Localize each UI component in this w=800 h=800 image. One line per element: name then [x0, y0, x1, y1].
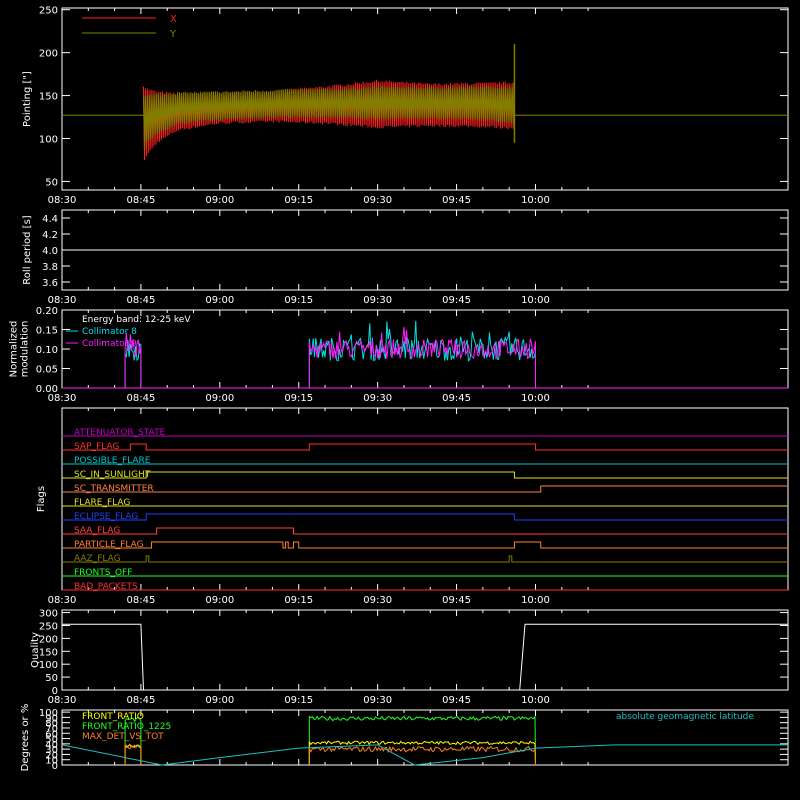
x-tick-label: 09:00 — [205, 393, 234, 404]
ratio-series — [308, 745, 536, 766]
x-tick-label: 10:00 — [521, 695, 550, 706]
x-tick-label: 09:00 — [205, 295, 234, 306]
y-axis-label: modulation — [20, 321, 31, 378]
x-tick-label: 10:00 — [521, 295, 550, 306]
x-tick-label: 08:45 — [126, 595, 155, 606]
y-tick-label: 3.8 — [42, 262, 58, 273]
quality-series — [62, 623, 788, 691]
x-tick-label: 08:30 — [48, 595, 77, 606]
flag-line-sc_in_sunlight — [62, 471, 788, 479]
y-axis-label: Roll period [s] — [22, 215, 33, 284]
x-tick-label: 09:30 — [363, 295, 392, 306]
modulation-series-collimator-9 — [308, 326, 536, 388]
y-tick-label: 0.05 — [36, 365, 58, 376]
y-tick-label: 0.20 — [36, 306, 58, 317]
x-tick-label: 09:15 — [284, 195, 313, 206]
y-axis-label: Quality — [30, 632, 41, 668]
flag-line-sap_flag — [62, 443, 788, 451]
x-tick-label: 09:15 — [284, 393, 313, 404]
y-tick-label: 100 — [39, 660, 58, 671]
x-tick-label: 09:45 — [442, 393, 471, 404]
y-tick-label: 100 — [39, 708, 58, 719]
y-tick-label: 150 — [39, 92, 58, 103]
y-axis-label: Pointing ["] — [22, 71, 33, 127]
x-tick-label: 08:45 — [126, 295, 155, 306]
y-tick-label: 50 — [45, 673, 58, 684]
plot-canvas: 08:30 08:45 09:00 09:15 09:30 09:45 10:00 50 100… — [0, 0, 800, 800]
x-tick-label: 08:45 — [126, 195, 155, 206]
legend-label-latitude: absolute geomagnetic latitude — [616, 712, 754, 722]
y-tick-label: 200 — [39, 634, 58, 645]
y-tick-label: 0 — [52, 686, 58, 697]
y-axis-label: Degrees or % — [20, 704, 31, 772]
legend-label-c8: Collimator 8 — [82, 327, 137, 337]
ratio-series — [124, 744, 142, 765]
flag-line-saa_flag — [62, 527, 788, 535]
y-axis-label: Flags — [36, 486, 47, 512]
x-tick-label: 10:00 — [521, 393, 550, 404]
y-tick-label: 0.15 — [36, 326, 58, 337]
x-tick-label: 10:00 — [521, 195, 550, 206]
x-tick-label: 09:45 — [442, 195, 471, 206]
y-tick-label: 3.6 — [42, 278, 58, 289]
flag-line-eclipse_flag — [62, 513, 788, 521]
x-tick-label: 09:45 — [442, 695, 471, 706]
legend-label-front-ratio: FRONT_RATIO — [82, 712, 144, 722]
legend-label-front-ratio-1225: FRONT_RATIO_1225 — [82, 722, 171, 732]
x-tick-label: 09:30 — [363, 195, 392, 206]
y-tick-label: 4.4 — [42, 214, 58, 225]
y-axis-label: Normalized — [9, 321, 20, 378]
x-tick-label: 09:30 — [363, 393, 392, 404]
y-tick-label: 4.2 — [42, 230, 58, 241]
panel-frame-4 — [61, 609, 789, 691]
x-tick-label: 09:15 — [284, 595, 313, 606]
flag-line-aaz_flag — [62, 555, 788, 563]
modulation-legend-title: Energy band: 12-25 keV — [82, 315, 191, 325]
x-tick-label: 09:00 — [205, 195, 234, 206]
y-tick-label: 250 — [39, 621, 58, 632]
multi-panel-plot: 08:30 08:45 09:00 09:15 09:30 09:45 10:00 50 100… — [9, 6, 789, 772]
x-tick-label: 09:15 — [284, 695, 313, 706]
y-tick-label: 50 — [45, 177, 58, 188]
legend-label-max-det: MAX_DET_VS_TOT — [82, 732, 164, 742]
y-tick-label: 150 — [39, 647, 58, 658]
x-tick-label: 09:45 — [442, 295, 471, 306]
x-tick-label: 08:30 — [48, 195, 77, 206]
x-tick-label: 09:30 — [363, 595, 392, 606]
flag-line-particle_flag — [62, 541, 788, 549]
y-tick-label: 200 — [39, 49, 58, 60]
x-tick-label: 09:30 — [363, 695, 392, 706]
legend-label-x: X — [170, 14, 177, 25]
x-tick-label: 09:15 — [284, 295, 313, 306]
x-tick-label: 08:45 — [126, 393, 155, 404]
y-tick-label: 100 — [39, 134, 58, 145]
ratio-series — [308, 740, 536, 766]
x-tick-label: 08:30 — [48, 295, 77, 306]
modulation-series-collimator-8 — [308, 320, 536, 388]
y-tick-label: 0.00 — [36, 384, 58, 395]
geomagnetic-latitude-series — [61, 744, 788, 766]
panel-frame-3 — [61, 407, 789, 591]
legend-label-y: Y — [169, 29, 177, 40]
x-tick-label: 09:45 — [442, 595, 471, 606]
x-tick-label: 10:00 — [521, 595, 550, 606]
y-tick-label: 300 — [39, 609, 58, 620]
x-tick-label: 09:00 — [205, 695, 234, 706]
x-tick-label: 08:45 — [126, 695, 155, 706]
x-tick-label: 09:00 — [205, 595, 234, 606]
y-tick-label: 4.0 — [42, 246, 58, 257]
ratio-series — [308, 715, 536, 766]
y-tick-label: 0.10 — [36, 345, 58, 356]
y-tick-label: 250 — [39, 6, 58, 17]
legend-label-c9: Collimator 9 — [82, 339, 137, 349]
flag-line-sc_transmitter — [62, 485, 788, 493]
